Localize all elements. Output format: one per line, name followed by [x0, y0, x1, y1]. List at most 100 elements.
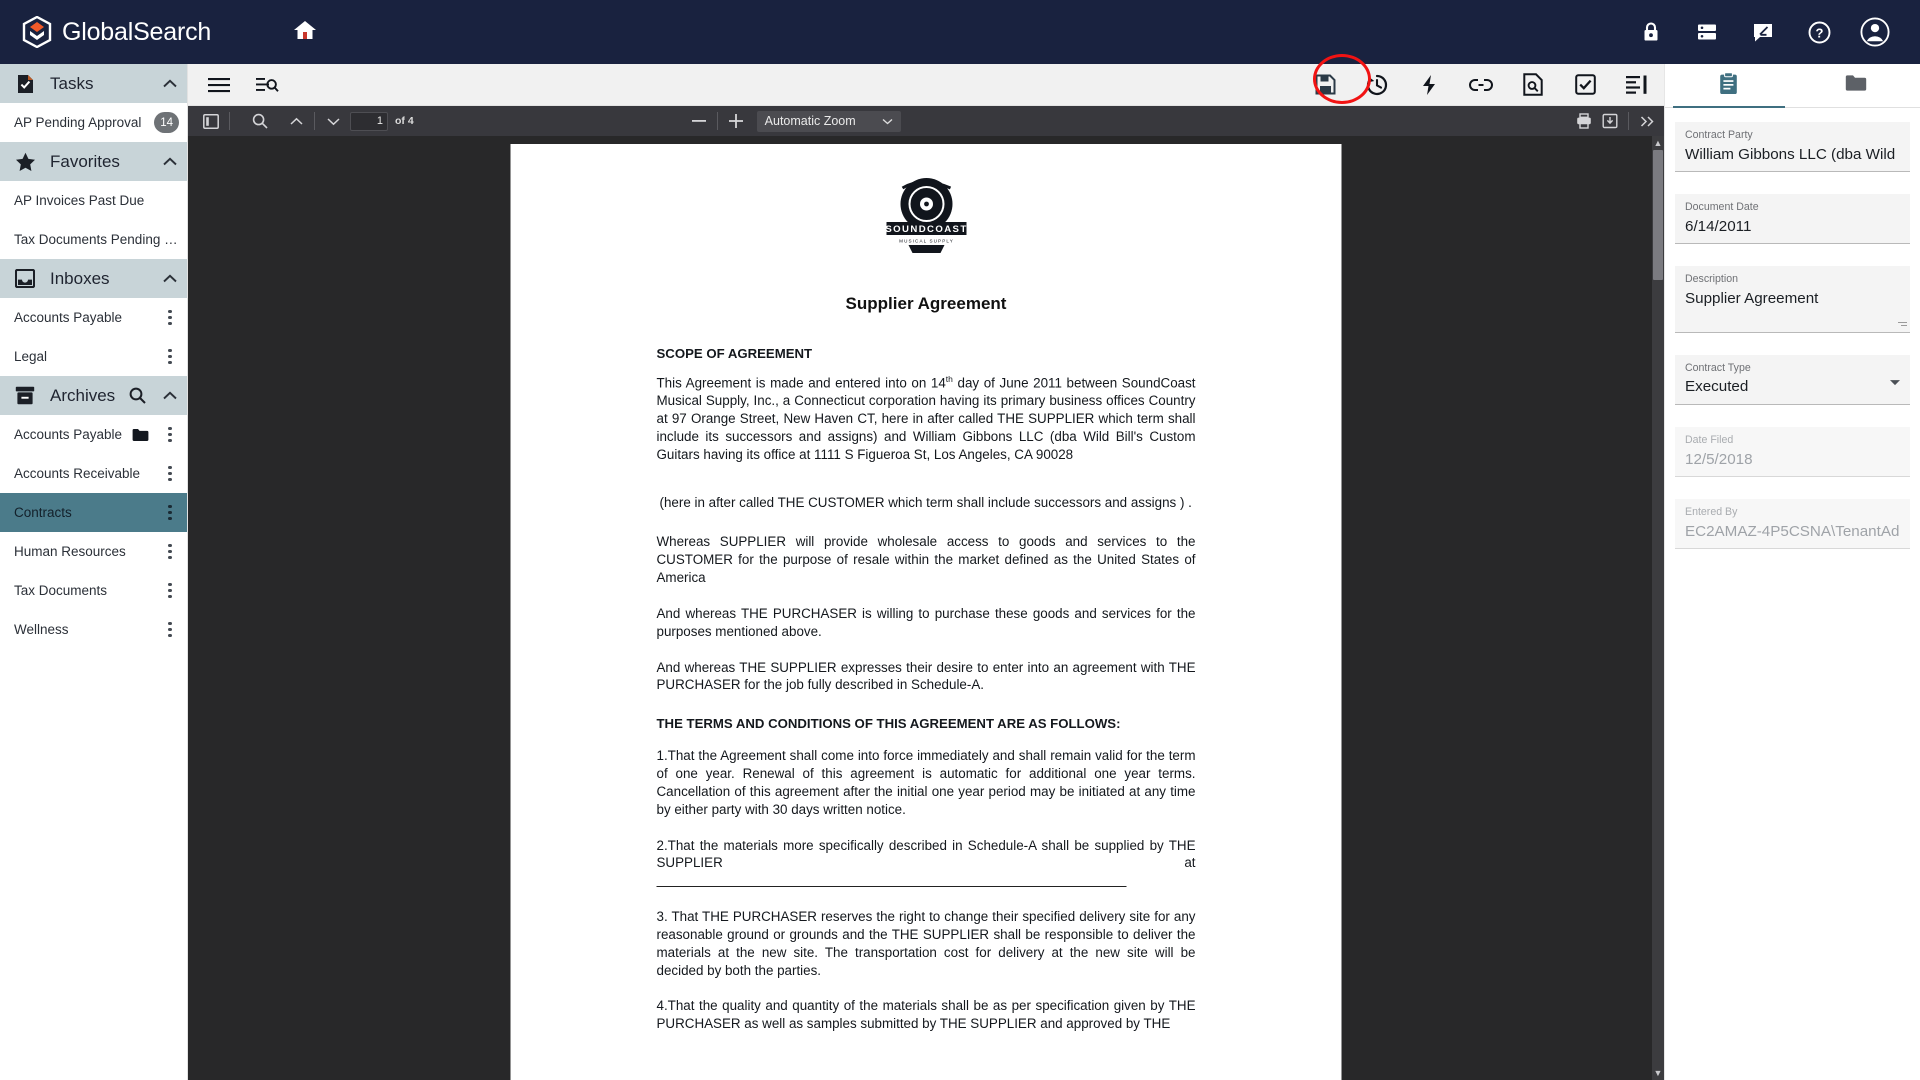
sidebar-group-inboxes[interactable]: Inboxes	[0, 259, 187, 298]
chevron-up-icon[interactable]	[163, 79, 177, 88]
double-chevron-right-icon[interactable]	[1634, 108, 1660, 134]
sidebar-item-wellness[interactable]: Wellness	[0, 610, 187, 649]
batch-icon[interactable]	[1692, 17, 1722, 47]
sidebar-item-accounts-payable[interactable]: Accounts Payable	[0, 298, 187, 337]
workflow-icon[interactable]	[1416, 72, 1442, 98]
more-options-icon[interactable]	[161, 466, 179, 481]
history-icon[interactable]	[1364, 72, 1390, 98]
sidebar-item-tax-documents-pending-inde[interactable]: Tax Documents Pending Inde…	[0, 220, 187, 259]
viewer-scrollbar[interactable]: ▲ ▼	[1652, 136, 1664, 1080]
user-avatar-icon[interactable]	[1860, 17, 1890, 47]
field-value[interactable]: 6/14/2011	[1685, 217, 1900, 238]
toolbar-divider-4	[1628, 112, 1629, 130]
sidebar-group-label: Inboxes	[50, 268, 110, 288]
document-detail-icon[interactable]	[1520, 72, 1546, 98]
lock-icon[interactable]	[1636, 17, 1666, 47]
field-label: Contract Type	[1685, 361, 1751, 374]
more-options-icon[interactable]	[161, 427, 179, 442]
sidebar-item-tax-documents[interactable]: Tax Documents	[0, 571, 187, 610]
index-fields-tab[interactable]	[1665, 64, 1793, 108]
field-contract-party[interactable]: Contract Party William Gibbons LLC (dba W…	[1675, 122, 1910, 173]
more-options-icon[interactable]	[161, 583, 179, 598]
field-value[interactable]: Executed	[1685, 377, 1900, 398]
scroll-up-arrow[interactable]: ▲	[1653, 137, 1663, 149]
checklist-icon[interactable]	[1572, 72, 1598, 98]
sidebar-group-archives[interactable]: Archives	[0, 376, 187, 415]
field-description[interactable]: Description Supplier Agreement	[1675, 266, 1910, 333]
download-icon[interactable]	[1597, 108, 1623, 134]
scroll-down-arrow[interactable]: ▼	[1653, 1067, 1663, 1079]
chevron-up-icon[interactable]	[163, 157, 177, 166]
document-action-toolbar	[188, 64, 1664, 106]
term-2: 2.That the materials more specifically d…	[656, 837, 1196, 890]
previous-page-icon[interactable]	[283, 108, 309, 134]
sidebar-item-label: Human Resources	[14, 544, 126, 559]
help-icon[interactable]: ?	[1804, 17, 1834, 47]
brand-logo-area[interactable]: GlobalSearch	[0, 15, 212, 49]
folder-icon[interactable]	[132, 428, 149, 442]
terms-heading: THE TERMS AND CONDITIONS OF THIS AGREEME…	[656, 716, 1121, 732]
link-icon[interactable]	[1468, 72, 1494, 98]
sidebar-group-tasks[interactable]: Tasks	[0, 64, 187, 103]
scrollbar-thumb[interactable]	[1653, 150, 1663, 280]
document-search-icon[interactable]	[254, 72, 280, 98]
more-options-icon[interactable]	[161, 505, 179, 520]
sidebar-item-legal[interactable]: Legal	[0, 337, 187, 376]
more-options-icon[interactable]	[161, 544, 179, 559]
scope-heading: SCOPE OF AGREEMENT	[656, 346, 813, 361]
zoom-in-button[interactable]	[723, 108, 749, 134]
field-list: Contract Party William Gibbons LLC (dba W…	[1665, 108, 1920, 571]
paragraph-1: This Agreement is made and entered into …	[657, 374, 1196, 464]
main-body: Tasks AP Pending Approval 14 Favorites AP In…	[0, 64, 1920, 1080]
hamburger-menu-icon[interactable]	[206, 72, 232, 98]
chevron-down-icon[interactable]	[1889, 374, 1901, 392]
chevron-up-icon[interactable]	[163, 391, 177, 400]
field-value[interactable]: William Gibbons LLC (dba Wild Bill	[1685, 145, 1900, 166]
save-icon[interactable]	[1312, 72, 1338, 98]
more-options-icon[interactable]	[161, 310, 179, 325]
sidebar-group-favorites[interactable]: Favorites	[0, 142, 187, 181]
print-icon[interactable]	[1571, 108, 1597, 134]
list-view-icon[interactable]	[1624, 72, 1650, 98]
search-icon[interactable]	[129, 387, 146, 404]
sidebar-item-accounts-receivable[interactable]: Accounts Receivable	[0, 454, 187, 493]
field-date-filed[interactable]: Date Filed 12/5/2018	[1675, 426, 1910, 478]
brand-title: GlobalSearch	[62, 17, 212, 46]
more-options-icon[interactable]	[161, 349, 179, 364]
term-2-text: 2.That the materials more specifically d…	[656, 837, 1196, 871]
sidebar-item-ap-pending-approval[interactable]: AP Pending Approval 14	[0, 103, 187, 142]
more-options-icon[interactable]	[161, 622, 179, 637]
field-document-date[interactable]: Document Date 6/14/2011	[1675, 194, 1910, 245]
left-sidebar: Tasks AP Pending Approval 14 Favorites AP In…	[0, 64, 188, 1080]
folders-tab[interactable]	[1793, 64, 1920, 107]
inbox-icon	[14, 269, 36, 288]
zoom-level-select[interactable]: Automatic Zoom	[756, 110, 901, 132]
pdf-page-viewport[interactable]: SOUNDCOAST MUSICAL SUPPLY Supplier Agree…	[188, 136, 1664, 1080]
sidebar-item-label: AP Pending Approval	[14, 115, 142, 130]
folder-icon	[1845, 74, 1867, 97]
task-document-icon	[14, 74, 36, 94]
search-icon[interactable]	[247, 108, 273, 134]
field-entered-by[interactable]: Entered By EC2AMAZ-4P5CSNA\TenantAdmir	[1675, 499, 1910, 550]
resize-handle[interactable]	[1898, 320, 1907, 329]
page-number-input[interactable]: 1	[350, 111, 388, 131]
document-heading: Supplier Agreement	[845, 294, 1007, 313]
sidebar-item-label: Legal	[14, 349, 48, 364]
sidebar-item-accounts-payable[interactable]: Accounts Payable	[0, 415, 187, 454]
pdf-sidebar-toggle-icon[interactable]	[198, 108, 224, 134]
field-value[interactable]: EC2AMAZ-4P5CSNA\TenantAdmir	[1685, 522, 1900, 543]
field-contract-type[interactable]: Contract Type Executed	[1675, 354, 1910, 405]
sidebar-item-contracts[interactable]: Contracts	[0, 493, 187, 532]
document-toolbar-left	[206, 72, 280, 98]
panel-tabs	[1665, 64, 1920, 108]
next-page-icon[interactable]	[320, 108, 346, 134]
chevron-up-icon[interactable]	[163, 274, 177, 283]
sidebar-item-ap-invoices-past-due[interactable]: AP Invoices Past Due	[0, 181, 187, 220]
zoom-out-button[interactable]	[686, 108, 712, 134]
annotation-icon[interactable]	[1748, 17, 1778, 47]
sidebar-item-human-resources[interactable]: Human Resources	[0, 532, 187, 571]
home-button[interactable]	[283, 10, 327, 54]
field-value[interactable]: Supplier Agreement	[1685, 289, 1900, 310]
pdf-viewer-toolbar: 1 of 4 Automatic Zoom	[188, 106, 1664, 136]
field-value[interactable]: 12/5/2018	[1685, 450, 1900, 471]
